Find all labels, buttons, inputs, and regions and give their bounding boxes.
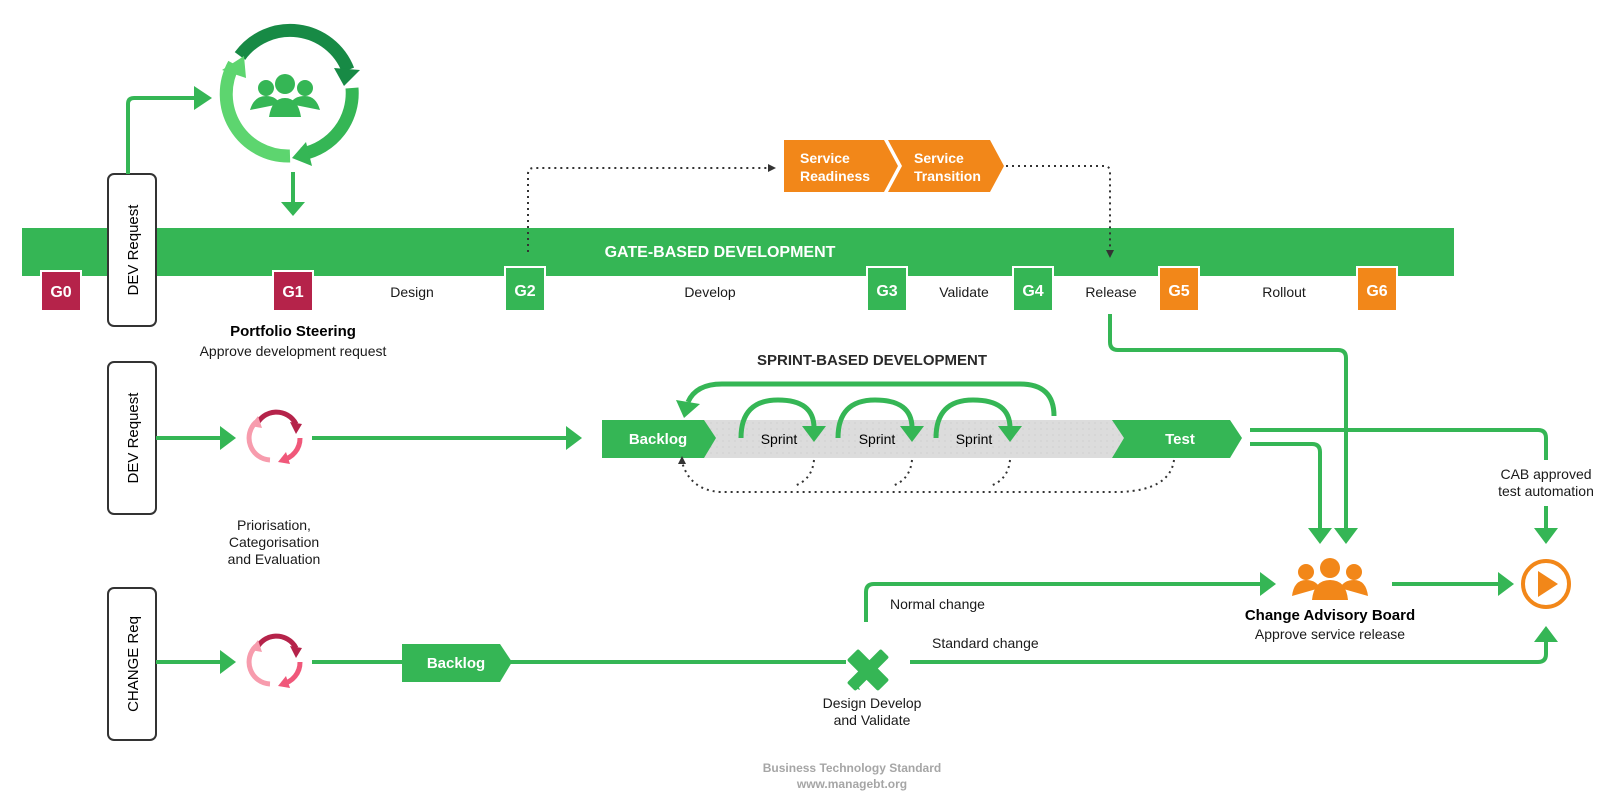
phase-design: Design	[390, 284, 434, 300]
triage-label-line2: Categorisation	[229, 534, 319, 550]
phase-develop: Develop	[684, 284, 736, 300]
dotted-feedback	[793, 459, 815, 487]
sprint-band	[680, 420, 1130, 458]
step-label: Test	[1165, 431, 1195, 448]
cab-subtitle: Approve service release	[1255, 626, 1405, 642]
change-backlog-step[interactable]: Backlog	[402, 644, 512, 682]
step-label: Transition	[914, 168, 981, 184]
people-cycle-icon	[219, 23, 360, 166]
service-transition-step[interactable]: Service Transition	[888, 140, 1004, 192]
arrowhead	[768, 164, 776, 172]
dotted-feedback	[891, 459, 913, 487]
phase-rollout: Rollout	[1262, 284, 1306, 300]
refresh-cycle-icon	[246, 633, 303, 688]
design-label-line2: and Validate	[834, 712, 911, 728]
gate-g3[interactable]: G3	[866, 266, 908, 310]
gate-label: G4	[1022, 283, 1043, 300]
gate-label: G0	[50, 284, 71, 301]
gate-g6[interactable]: G6	[1356, 266, 1398, 310]
footer-line2[interactable]: www.managebt.org	[796, 777, 907, 791]
gate-label: G5	[1168, 283, 1189, 300]
backlog-step[interactable]: Backlog	[602, 420, 716, 458]
step-label: Backlog	[629, 431, 687, 448]
arrowhead	[1260, 572, 1276, 596]
arrowhead	[220, 426, 236, 450]
arrowhead	[1534, 528, 1558, 544]
gate-label: G6	[1366, 283, 1387, 300]
standard-change-label: Standard change	[932, 635, 1039, 651]
process-diagram: GATE-BASED DEVELOPMENT G0 G1 G2 G3 G4 G5…	[22, 23, 1594, 791]
arrowhead	[194, 86, 212, 110]
cab-auto-label-line1: CAB approved	[1500, 466, 1591, 482]
sprint-label: Sprint	[761, 431, 798, 447]
lane-label-text: CHANGE Req	[125, 616, 142, 712]
test-step[interactable]: Test	[1112, 420, 1242, 458]
triage-label-line1: Priorisation,	[237, 517, 311, 533]
triage-label-line3: and Evaluation	[228, 551, 321, 567]
gate-based-title: GATE-BASED DEVELOPMENT	[605, 244, 836, 261]
arrowhead	[1334, 528, 1358, 544]
arrowhead	[566, 426, 582, 450]
cab-title: Change Advisory Board	[1245, 607, 1415, 624]
lane-label-gate: DEV Request	[107, 173, 157, 327]
lane-label-text: DEV Request	[125, 392, 142, 484]
arrow-test-to-cab	[1250, 442, 1322, 530]
sprint-label: Sprint	[956, 431, 993, 447]
lane-label-sprint: DEV Request	[107, 361, 157, 515]
arrowhead	[220, 650, 236, 674]
gate-g4[interactable]: G4	[1012, 266, 1054, 310]
portfolio-steering-title: Portfolio Steering	[230, 323, 356, 340]
lane-label-change: CHANGE Req	[107, 587, 157, 741]
gate-g0[interactable]: G0	[40, 270, 82, 310]
normal-change-label: Normal change	[890, 596, 985, 612]
design-label-line1: Design Develop	[823, 695, 922, 711]
arrowhead	[1534, 626, 1558, 642]
dotted-feedback	[681, 459, 1175, 493]
gate-g5[interactable]: G5	[1158, 266, 1200, 310]
people-group-icon	[1292, 558, 1368, 600]
gate-label: G2	[514, 283, 535, 300]
step-label: Service	[800, 150, 850, 166]
play-circle-icon[interactable]	[1521, 559, 1571, 609]
lane-label-text: DEV Request	[125, 204, 142, 296]
gate-label: G1	[282, 284, 303, 301]
phase-release: Release	[1085, 284, 1137, 300]
step-label: Service	[914, 150, 964, 166]
arrowhead	[1308, 528, 1332, 544]
step-label: Backlog	[427, 655, 485, 672]
arrowhead	[676, 400, 700, 418]
cab-auto-label-line2: test automation	[1498, 483, 1594, 499]
sprint-label: Sprint	[859, 431, 896, 447]
footer-line1: Business Technology Standard	[763, 761, 941, 775]
ruler-pencil-icon	[847, 649, 889, 691]
step-label: Readiness	[800, 168, 870, 184]
refresh-cycle-icon	[246, 409, 303, 464]
arrowhead	[1498, 572, 1514, 596]
portfolio-steering-subtitle: Approve development request	[200, 343, 387, 359]
sprint-based-title: SPRINT-BASED DEVELOPMENT	[757, 352, 987, 369]
arrow-request-to-steering	[126, 96, 196, 174]
gate-g1[interactable]: G1	[272, 270, 314, 310]
phase-validate: Validate	[939, 284, 989, 300]
gate-g2[interactable]: G2	[504, 266, 546, 310]
arrowhead	[281, 202, 305, 216]
service-readiness-step[interactable]: Service Readiness	[784, 140, 898, 192]
gate-label: G3	[876, 283, 897, 300]
dotted-feedback	[989, 459, 1011, 487]
